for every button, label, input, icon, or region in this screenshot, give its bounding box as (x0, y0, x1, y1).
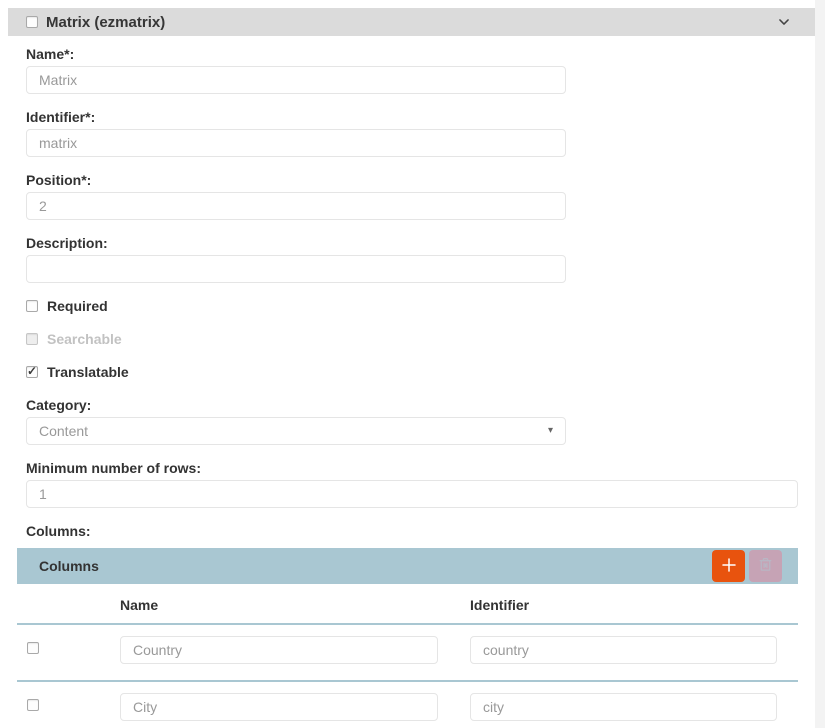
field-description: Description: (26, 236, 798, 283)
header-cell-checkbox (17, 584, 110, 624)
category-select[interactable]: Content ▾ (26, 417, 566, 445)
field-columns: Columns: (26, 524, 798, 538)
searchable-checkbox (26, 333, 38, 345)
column-identifier-input[interactable] (470, 693, 777, 721)
fieldtype-title: Matrix (ezmatrix) (46, 14, 777, 31)
column-row-city (17, 681, 798, 728)
delete-column-button (749, 550, 782, 582)
position-label: Position*: (26, 173, 798, 187)
min-rows-label: Minimum number of rows: (26, 461, 798, 475)
identifier-label: Identifier*: (26, 110, 798, 124)
translatable-checkbox[interactable] (26, 366, 38, 378)
column-identifier-input[interactable] (470, 636, 777, 664)
searchable-check-row: Searchable (26, 332, 798, 346)
fieldtype-accordion-header[interactable]: Matrix (ezmatrix) (8, 8, 815, 36)
columns-table-header-row: Name Identifier (17, 584, 798, 624)
columns-toolbar: Columns (17, 548, 798, 584)
columns-table: Name Identifier (17, 584, 798, 728)
columns-toolbar-title: Columns (39, 558, 712, 574)
column-row-country (17, 624, 798, 681)
columns-section: Columns Name Identifier (17, 548, 798, 728)
position-input[interactable] (26, 192, 566, 220)
field-category: Category: Content ▾ (26, 398, 798, 445)
header-cell-name: Name (110, 584, 460, 624)
name-label: Name*: (26, 47, 798, 61)
field-position: Position*: (26, 173, 798, 220)
header-cell-identifier: Identifier (460, 584, 798, 624)
searchable-label: Searchable (47, 331, 122, 347)
category-selected-value: Content (39, 423, 88, 439)
caret-down-icon: ▾ (548, 426, 553, 436)
translatable-check-row: Translatable (26, 365, 798, 379)
chevron-down-icon[interactable] (777, 15, 791, 29)
description-input[interactable] (26, 255, 566, 283)
fieldtype-select-checkbox[interactable] (26, 16, 38, 28)
column-name-input[interactable] (120, 636, 438, 664)
required-check-row: Required (26, 299, 798, 313)
page-right-gutter (815, 0, 825, 728)
name-input[interactable] (26, 66, 566, 94)
fieldtype-panel: Matrix (ezmatrix) Name*: Identifier*: Po… (8, 8, 815, 728)
required-label: Required (47, 298, 108, 314)
identifier-input[interactable] (26, 129, 566, 157)
field-identifier: Identifier*: (26, 110, 798, 157)
category-label: Category: (26, 398, 798, 412)
fieldtype-form: Name*: Identifier*: Position*: Descripti… (8, 36, 815, 538)
trash-icon (757, 556, 774, 576)
column-name-input[interactable] (120, 693, 438, 721)
columns-label: Columns: (26, 524, 798, 538)
translatable-label: Translatable (47, 364, 129, 380)
row-select-checkbox[interactable] (27, 699, 39, 711)
plus-icon (720, 556, 738, 577)
min-rows-input[interactable] (26, 480, 798, 508)
field-name: Name*: (26, 47, 798, 94)
field-min-rows: Minimum number of rows: (26, 461, 798, 508)
required-checkbox[interactable] (26, 300, 38, 312)
description-label: Description: (26, 236, 798, 250)
add-column-button[interactable] (712, 550, 745, 582)
row-select-checkbox[interactable] (27, 642, 39, 654)
